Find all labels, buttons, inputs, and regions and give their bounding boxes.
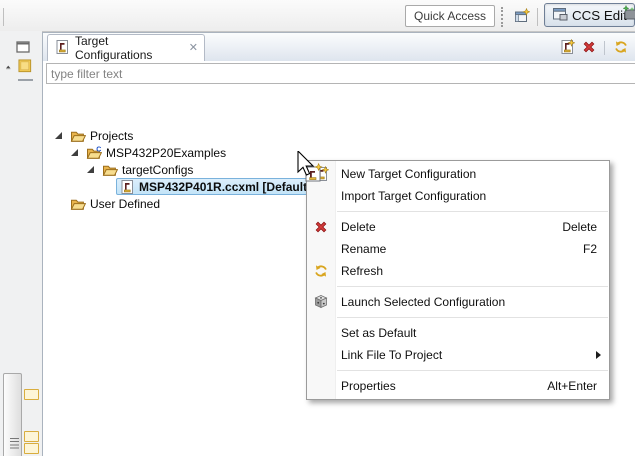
tree-node[interactable]: targetConfigs (100, 161, 196, 178)
ccs-debug-perspective-icon (622, 10, 635, 24)
tree-node[interactable]: Projects (68, 127, 136, 144)
menu-separator (307, 282, 609, 291)
ccs-project-folder-icon: C (86, 145, 102, 161)
folder-open-icon (70, 128, 86, 144)
refresh-button[interactable] (611, 39, 630, 57)
menu-item-import-target-configuration[interactable]: Import Target Configuration (307, 185, 609, 207)
tree-node[interactable]: User Defined (68, 195, 163, 212)
scrollbar-thumb[interactable] (3, 373, 22, 456)
minimized-view-icon (18, 59, 33, 77)
menu-item-link-file-to-project[interactable]: Link File To Project (307, 344, 609, 366)
menu-separator (307, 313, 609, 322)
minimized-gold-icon[interactable] (24, 389, 39, 400)
new-target-configuration-button[interactable] (557, 39, 576, 57)
delete-icon (313, 219, 329, 235)
expander-expanded-icon[interactable] (55, 132, 62, 139)
submenu-arrow-icon (596, 351, 601, 359)
delete-button[interactable] (579, 39, 598, 57)
ccxml-file-icon (119, 179, 135, 195)
tab-target-configurations[interactable]: Target Configurations ✕ (47, 34, 205, 61)
open-perspective-icon (514, 8, 530, 27)
menu-item-shortcut: Delete (562, 220, 597, 234)
menu-item-delete[interactable]: Delete Delete (307, 216, 609, 238)
menu-item-rename[interactable]: Rename F2 (307, 238, 609, 260)
ccs-edit-perspective-icon (552, 6, 568, 25)
menu-item-launch-selected-configuration[interactable]: Launch Selected Configuration (307, 291, 609, 313)
tree-item-label: MSP432P20Examples (106, 146, 226, 160)
menu-separator (307, 366, 609, 375)
tab-title: Target Configurations (75, 34, 176, 62)
close-icon[interactable]: ✕ (189, 43, 198, 54)
tree-item-projects[interactable]: Projects (43, 127, 635, 144)
menu-item-label: Properties (341, 379, 396, 393)
minimized-view-strip (0, 31, 42, 456)
context-menu: New Target Configuration Import Target Co… (306, 160, 610, 400)
menu-item-properties[interactable]: Properties Alt+Enter (307, 375, 609, 397)
svg-text:C: C (96, 146, 101, 153)
refresh-icon (313, 263, 329, 279)
fast-view-bar[interactable] (6, 59, 38, 83)
toolbar-drag-handle[interactable] (501, 7, 503, 27)
quick-access-box[interactable]: Quick Access (405, 5, 495, 27)
folder-open-icon (102, 162, 118, 178)
ccs-debug-perspective-button[interactable] (622, 5, 635, 27)
menu-separator (307, 207, 609, 216)
ccs-edit-label: CCS Edit (572, 8, 627, 23)
expander-expanded-icon[interactable] (71, 149, 78, 156)
fast-view-underline (18, 79, 33, 81)
launch-selected-configuration-icon (313, 294, 329, 310)
tree-item-label: Projects (90, 129, 133, 143)
fast-view-restore-arrow-icon (6, 63, 15, 77)
expander-expanded-icon[interactable] (87, 166, 94, 173)
menu-item-label: Rename (341, 242, 386, 256)
tree-node[interactable]: C MSP432P20Examples (84, 144, 229, 161)
scrollbar-grip (10, 438, 19, 451)
new-target-configuration-icon (313, 166, 329, 182)
tree-node-selected[interactable]: MSP432P401R.ccxml [Default] (116, 178, 315, 195)
refresh-icon (613, 39, 629, 58)
menu-item-shortcut: F2 (583, 242, 597, 256)
menu-item-new-target-configuration[interactable]: New Target Configuration (307, 163, 609, 185)
tree-item-label: MSP432P401R.ccxml [Default] (139, 180, 311, 194)
tree-item-label: targetConfigs (122, 163, 193, 177)
tree-item-msp432p20examples[interactable]: C MSP432P20Examples (43, 144, 635, 161)
ccxml-file-icon (54, 39, 70, 58)
folder-open-icon (70, 196, 86, 212)
view-toolbar (557, 39, 630, 57)
menu-item-label: Refresh (341, 264, 383, 278)
minimized-gold-icon[interactable] (24, 431, 39, 442)
ccs-ide-window: Quick Access CCS Edit (0, 0, 635, 456)
menu-item-label: Launch Selected Configuration (341, 295, 505, 309)
toolbar-separator (3, 8, 4, 26)
restore-view-icon (15, 44, 31, 58)
filter-input[interactable] (46, 63, 635, 84)
view-header: Target Configurations ✕ (43, 33, 635, 61)
delete-icon (581, 39, 597, 58)
tree-item-label: User Defined (90, 197, 160, 211)
menu-item-label: Set as Default (341, 326, 416, 340)
open-perspective-button[interactable] (512, 7, 532, 27)
new-target-configuration-icon (559, 39, 575, 58)
menu-item-set-as-default[interactable]: Set as Default (307, 322, 609, 344)
menu-item-refresh[interactable]: Refresh (307, 260, 609, 282)
main-toolbar: Quick Access CCS Edit (0, 0, 635, 32)
menu-item-label: Link File To Project (341, 348, 442, 362)
menu-item-label: Delete (341, 220, 376, 234)
minimized-gold-icon[interactable] (24, 443, 39, 454)
menu-item-label: Import Target Configuration (341, 189, 486, 203)
toolbar-separator (537, 8, 538, 26)
menu-item-shortcut: Alt+Enter (547, 379, 597, 393)
view-toolbar-separator (604, 41, 605, 55)
restore-view-button[interactable] (15, 39, 33, 56)
menu-item-label: New Target Configuration (341, 167, 476, 181)
